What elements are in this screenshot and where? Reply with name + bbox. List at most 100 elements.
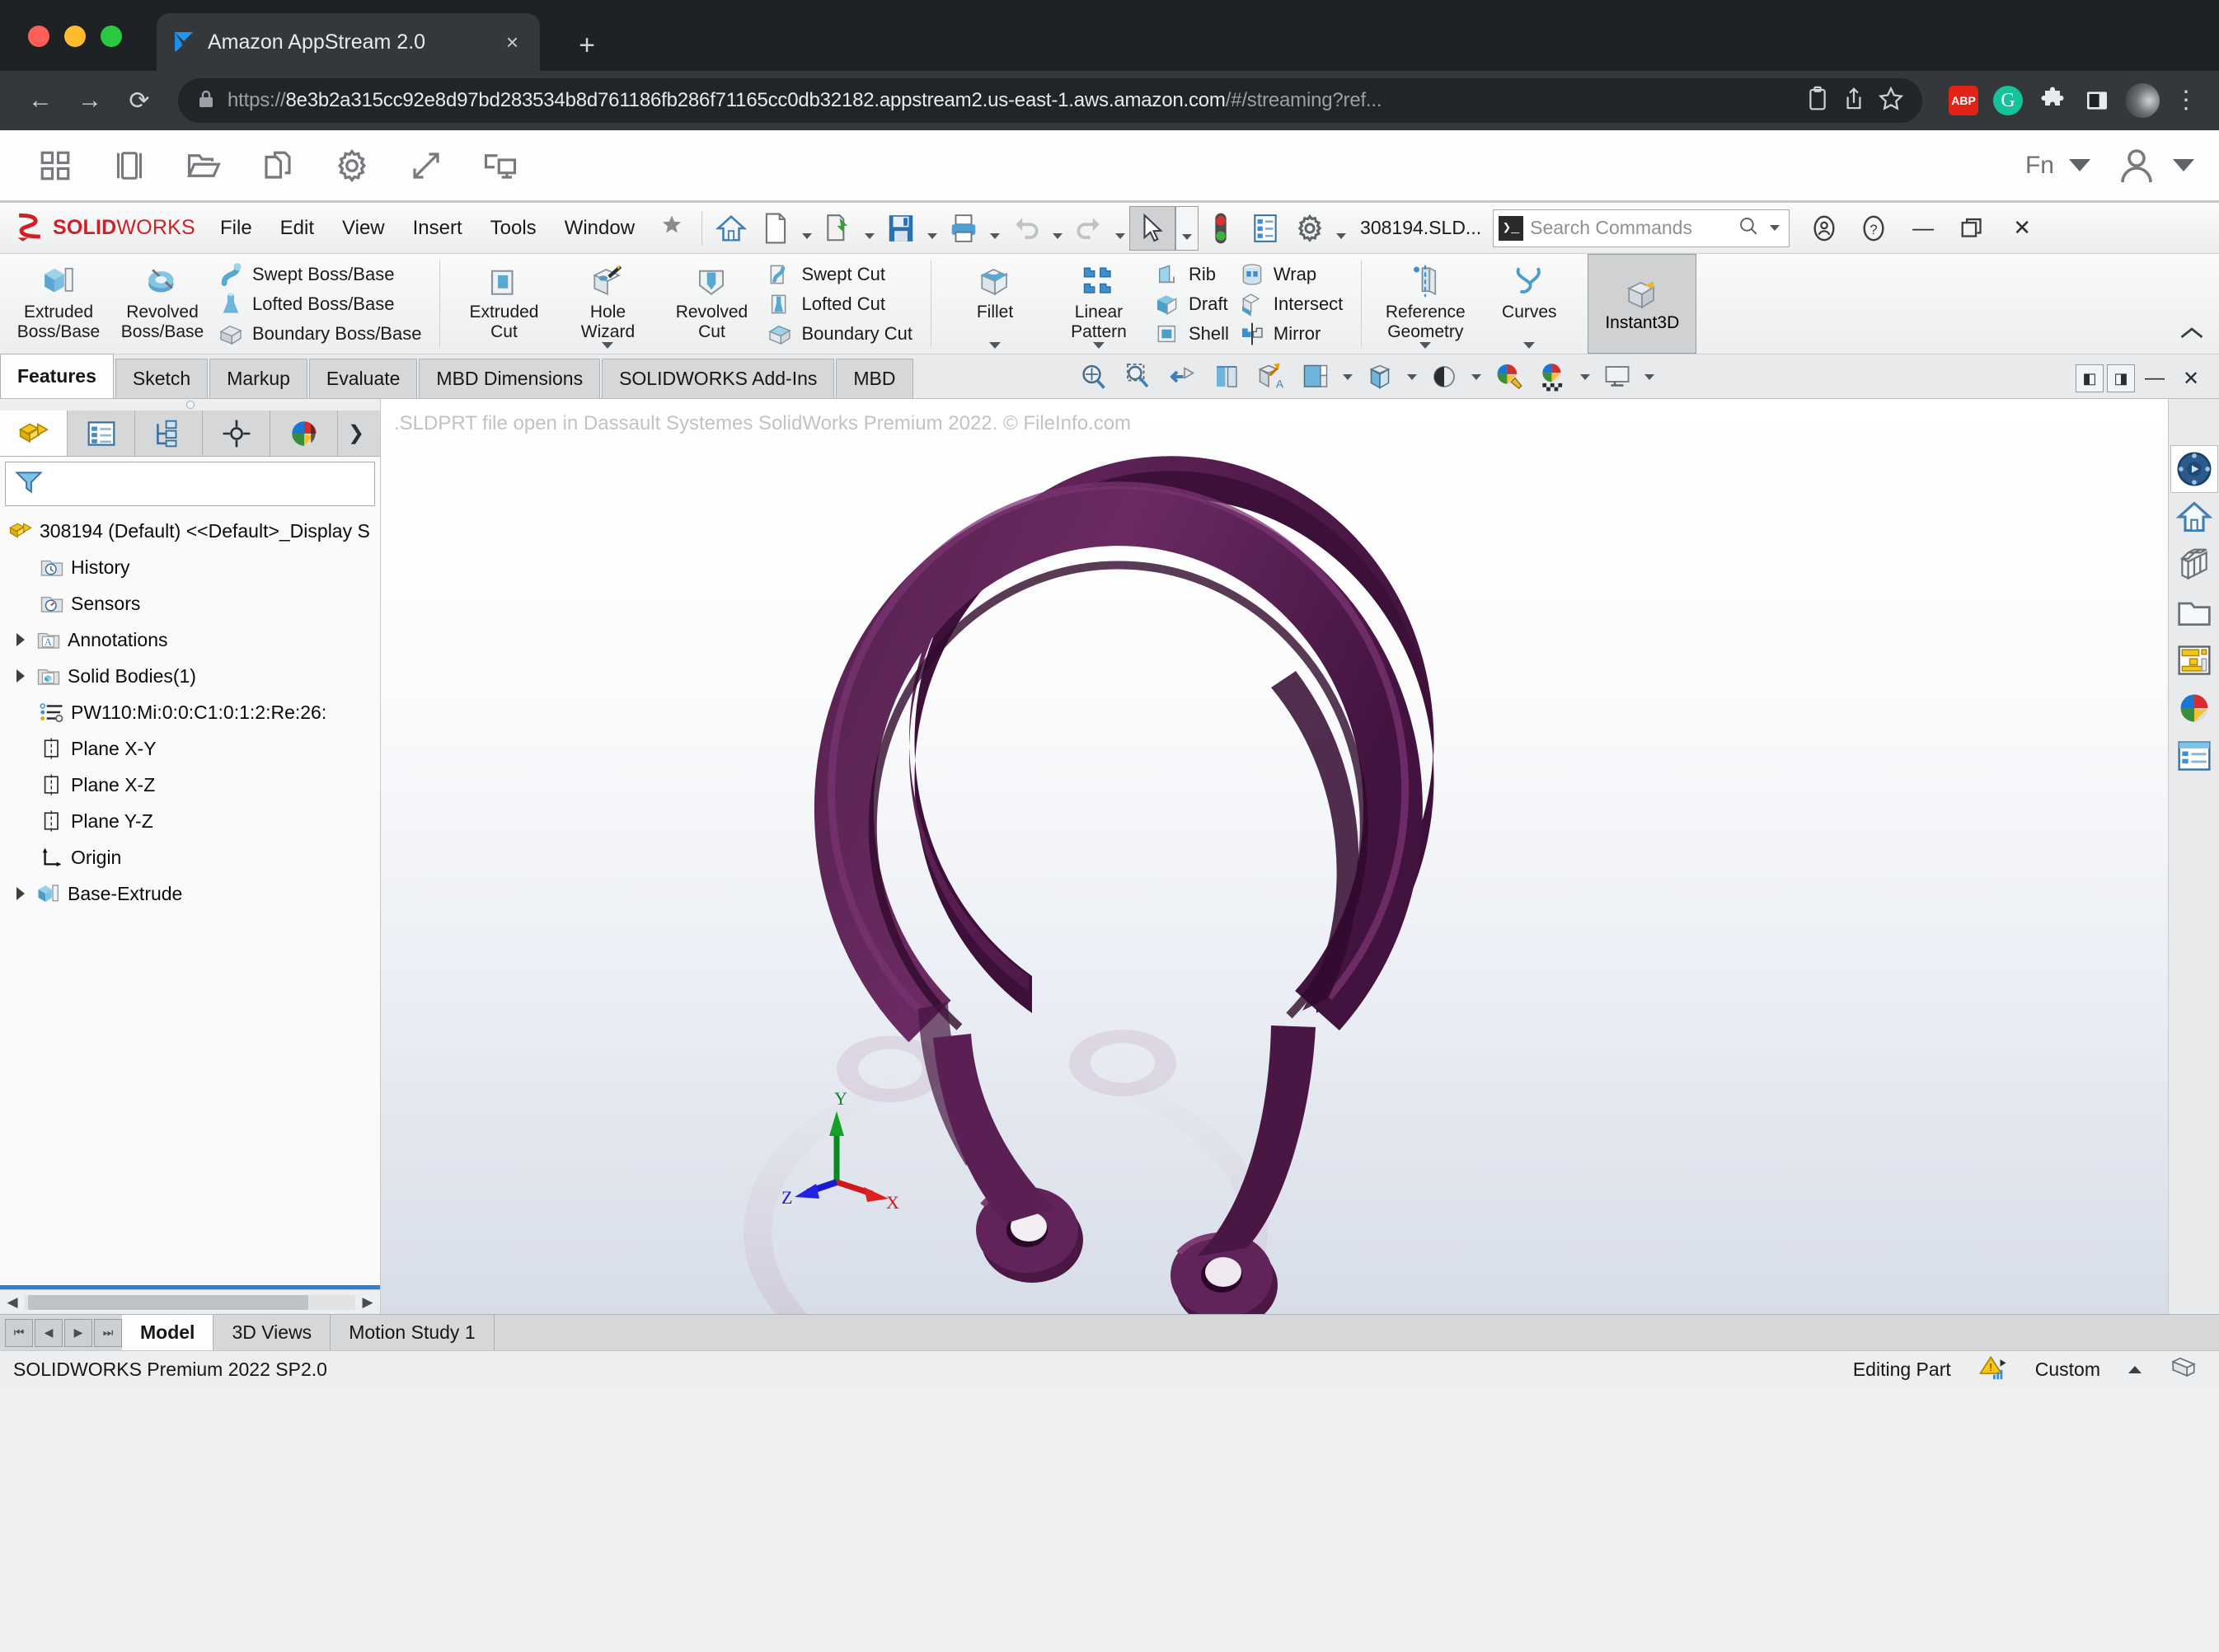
tree-item-plane-xz[interactable]: Plane X-Z xyxy=(5,767,380,803)
fillet-button[interactable]: Fillet xyxy=(943,257,1047,350)
search-icon[interactable] xyxy=(1738,215,1759,241)
undo-icon[interactable] xyxy=(1004,208,1049,249)
minimize-icon[interactable]: — xyxy=(1898,207,1948,250)
custom-properties-icon[interactable] xyxy=(2170,732,2218,780)
fillet-dropdown-icon[interactable] xyxy=(989,342,1001,349)
swept-boss-base-button[interactable]: Swept Boss/Base xyxy=(214,260,428,289)
tree-horizontal-scrollbar[interactable]: ◀ ▶ xyxy=(0,1289,380,1314)
fn-label[interactable]: Fn xyxy=(2025,152,2054,180)
fullscreen-icon[interactable] xyxy=(389,137,463,195)
menu-file[interactable]: File xyxy=(206,212,266,245)
print-icon[interactable] xyxy=(941,208,986,249)
select-arrow-caret[interactable] xyxy=(1175,206,1199,251)
expand-base-extrude-icon[interactable] xyxy=(12,887,30,900)
tree-item-origin[interactable]: Origin xyxy=(5,839,380,875)
tab-evaluate[interactable]: Evaluate xyxy=(309,359,418,398)
menu-view[interactable]: View xyxy=(328,212,399,245)
zoom-to-area-icon[interactable] xyxy=(1116,359,1159,395)
switch-windows-icon[interactable] xyxy=(92,137,167,195)
extruded-boss-base-button[interactable]: ExtrudedBoss/Base xyxy=(7,257,110,350)
tree-item-history[interactable]: History xyxy=(5,549,380,585)
appearances-library-icon[interactable] xyxy=(2170,541,2218,589)
open-document-icon[interactable] xyxy=(816,208,861,249)
collapse-ribbon-icon[interactable] xyxy=(2179,321,2204,347)
boundary-cut-button[interactable]: Boundary Cut xyxy=(763,319,919,349)
shell-button[interactable]: Shell xyxy=(1151,319,1236,349)
tree-item-plane-xy[interactable]: Plane X-Y xyxy=(5,730,380,767)
view-orientation-icon[interactable]: A xyxy=(1250,359,1292,395)
open-folder-icon[interactable] xyxy=(167,137,241,195)
adblock-plus-icon[interactable]: ABP xyxy=(1947,84,1980,117)
apps-grid-icon[interactable] xyxy=(18,137,92,195)
forward-button[interactable]: → xyxy=(68,78,112,123)
search-caret[interactable] xyxy=(1766,216,1784,241)
save-icon[interactable] xyxy=(879,208,923,249)
back-button[interactable]: ← xyxy=(18,78,63,123)
mirror-button[interactable]: Mirror xyxy=(1236,319,1349,349)
menu-insert[interactable]: Insert xyxy=(399,212,476,245)
close-view-icon[interactable]: ✕ xyxy=(2174,364,2207,393)
appearances-scenes-icon[interactable] xyxy=(2170,684,2218,732)
units-caret-up-icon[interactable] xyxy=(2128,1366,2142,1373)
search-commands-input[interactable]: ❯_ Search Commands xyxy=(1493,209,1790,247)
linear-pattern-dropdown-icon[interactable] xyxy=(1093,342,1105,349)
redo-icon[interactable] xyxy=(1067,208,1111,249)
tab-mbd-dimensions[interactable]: MBD Dimensions xyxy=(419,359,600,398)
display-manager-tab[interactable] xyxy=(270,411,338,456)
draft-button[interactable]: Draft xyxy=(1151,289,1236,319)
grammarly-icon[interactable]: G xyxy=(1991,84,2024,117)
apply-scene-icon[interactable] xyxy=(1487,359,1530,395)
overlay-icon[interactable] xyxy=(2170,1354,2198,1386)
view-cube-icon[interactable] xyxy=(2170,445,2218,493)
minimize-view-icon[interactable]: — xyxy=(2138,364,2171,393)
copy-files-icon[interactable] xyxy=(241,137,315,195)
feature-manager-tab[interactable] xyxy=(0,411,68,456)
last-tab-button[interactable]: ⏭ xyxy=(94,1319,122,1347)
viewport-layout-icon[interactable] xyxy=(1596,359,1639,395)
tab-solidworks-add-ins[interactable]: SOLIDWORKS Add-Ins xyxy=(602,359,834,398)
previous-view-icon[interactable] xyxy=(1161,359,1203,395)
retaining-ring-3d-model[interactable] xyxy=(381,399,2168,1314)
bookmark-star-icon[interactable] xyxy=(1878,86,1904,116)
tab-mbd[interactable]: MBD xyxy=(836,359,912,398)
tree-item-solid-bodies[interactable]: Solid Bodies(1) xyxy=(5,658,380,694)
bottom-tab-model[interactable]: Model xyxy=(122,1315,213,1350)
restore-down-icon[interactable]: ◧ xyxy=(2076,364,2104,392)
section-view-icon[interactable] xyxy=(1205,359,1248,395)
file-explorer-icon[interactable] xyxy=(2170,589,2218,636)
hole-wizard-dropdown-icon[interactable] xyxy=(602,342,613,349)
view-settings-icon[interactable] xyxy=(1532,359,1574,395)
first-tab-button[interactable]: ⏮ xyxy=(5,1319,33,1347)
options-gear-icon[interactable] xyxy=(1288,208,1332,249)
viewport-layout-caret[interactable] xyxy=(1640,359,1658,395)
rebuild-icon[interactable] xyxy=(1199,208,1243,249)
extruded-cut-button[interactable]: ExtrudedCut xyxy=(452,257,556,350)
graphics-viewport[interactable]: .SLDPRT file open in Dassault Systemes S… xyxy=(381,399,2168,1314)
address-bar[interactable]: https://8e3b2a315cc92e8d97bd283534b8d761… xyxy=(178,78,1922,123)
revolved-boss-base-button[interactable]: RevolvedBoss/Base xyxy=(110,257,214,350)
new-document-icon[interactable] xyxy=(753,208,798,249)
bottom-tab-3d-views[interactable]: 3D Views xyxy=(213,1315,331,1350)
home-view-icon[interactable] xyxy=(2170,493,2218,541)
tree-item-plane-yz[interactable]: Plane Y-Z xyxy=(5,803,380,839)
expand-solid-bodies-icon[interactable] xyxy=(12,669,30,683)
instant3d-button[interactable]: Instant3D xyxy=(1588,254,1696,354)
expand-annotations-icon[interactable] xyxy=(12,633,30,646)
lofted-boss-base-button[interactable]: Lofted Boss/Base xyxy=(214,289,428,319)
select-arrow-icon[interactable] xyxy=(1129,206,1175,251)
account-chevron-down-icon[interactable] xyxy=(2173,159,2194,171)
new-document-caret[interactable] xyxy=(798,208,816,249)
browser-tab[interactable]: Amazon AppStream 2.0 × xyxy=(157,13,540,71)
hide-show-items-icon[interactable] xyxy=(1358,359,1401,395)
reload-button[interactable]: ⟳ xyxy=(117,78,162,123)
file-properties-icon[interactable] xyxy=(1243,208,1288,249)
lofted-cut-button[interactable]: Lofted Cut xyxy=(763,289,919,319)
scroll-right-arrow[interactable]: ▶ xyxy=(355,1294,380,1311)
intersect-button[interactable]: Intersect xyxy=(1236,289,1349,319)
menu-tools[interactable]: Tools xyxy=(476,212,551,245)
reference-geometry-button[interactable]: ReferenceGeometry xyxy=(1373,257,1477,350)
tree-item-part-root[interactable]: 308194 (Default) <<Default>_Display S xyxy=(5,513,380,549)
menu-window[interactable]: Window xyxy=(551,212,649,245)
tree-more-tabs-icon[interactable]: ❯ xyxy=(338,411,374,456)
prev-tab-button[interactable]: ◀ xyxy=(35,1319,63,1347)
